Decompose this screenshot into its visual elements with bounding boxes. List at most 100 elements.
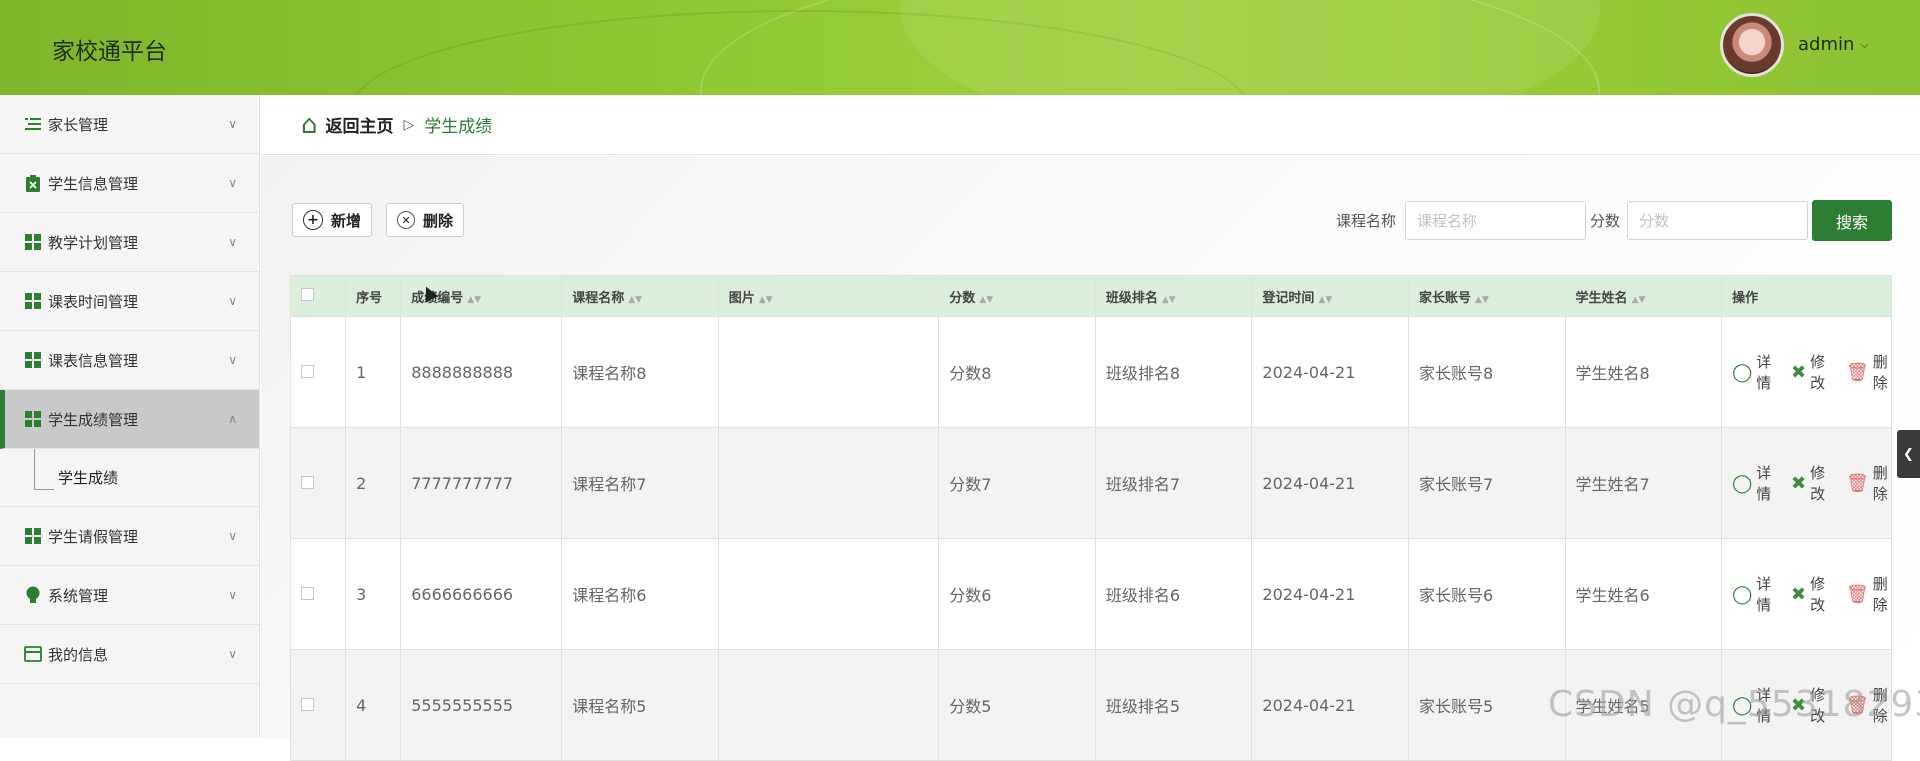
detail-button[interactable]: ◯ 详情 [1732,573,1775,615]
column-header[interactable]: 班级排名 ▲▼ [1094,275,1253,317]
breadcrumb-home-link[interactable]: 返回主页 [326,112,394,137]
course-search-label: 课程名称 [1336,212,1397,230]
cell-image [717,316,940,428]
cell-course: 课程名称5 [561,649,719,761]
sort-icon[interactable]: ▲▼ [628,295,642,305]
edit-button[interactable]: ✖ 修改 [1791,462,1830,504]
chevron-left-icon: ❮ [1903,446,1914,462]
row-delete-button[interactable]: 🗑 删除 [1846,351,1891,393]
sidebar-item-parent-management[interactable]: 家长管理 ∨ [0,95,259,154]
sidebar-item-timetable-time[interactable]: 课表时间管理 ∨ [0,272,259,331]
edit-label: 修改 [1810,353,1826,392]
detail-button[interactable]: ◯ 详情 [1732,462,1775,504]
add-button-label: 新增 [331,211,362,230]
detail-icon: ◯ [1732,472,1753,494]
top-header: 家校通平台 admin ⌵ [0,0,1920,95]
sort-icon[interactable]: ▲▼ [1475,295,1489,305]
delete-label: 删除 [1872,575,1888,614]
delete-label: 删除 [1872,464,1888,503]
score-search-input[interactable]: 分数 [1627,201,1808,240]
cell-date: 2024-04-21 [1251,538,1409,650]
chevron-down-icon: ∨ [228,647,237,661]
column-header[interactable]: 学生姓名 ▲▼ [1564,275,1723,317]
sidebar-item-leave-management[interactable]: 学生请假管理 ∨ [0,507,259,566]
collapse-panel-tab[interactable]: ❮ [1897,430,1920,478]
clipboard-icon [24,174,42,192]
column-header[interactable]: 登记时间 ▲▼ [1251,275,1409,317]
cell-no: 2 [345,427,402,539]
edit-label: 修改 [1810,575,1826,614]
column-header[interactable]: 家长账号 ▲▼ [1407,275,1566,317]
chevron-down-icon: ⌵ [1860,37,1869,51]
sidebar-item-label: 教学计划管理 [48,233,139,252]
wrench-icon: ✖ [1791,361,1807,383]
add-button[interactable]: + 新增 [292,203,373,237]
plus-circle-icon: + [303,210,323,230]
search-button[interactable]: 搜索 [1812,200,1892,241]
chevron-down-icon: ∨ [228,353,237,367]
sidebar-item-label: 课表信息管理 [48,351,139,370]
sidebar-subitem-label: 学生成绩 [58,469,119,487]
sidebar-item-label: 学生信息管理 [48,174,139,193]
column-header[interactable]: 分数 ▲▼ [938,275,1096,317]
row-delete-button[interactable]: 🗑 删除 [1846,462,1891,504]
row-checkbox[interactable] [289,649,347,761]
row-delete-button[interactable]: 🗑 删除 [1846,573,1891,615]
card-icon [24,645,42,663]
sort-icon[interactable]: ▲▼ [1318,295,1332,305]
bulb-icon [24,586,42,604]
edit-button[interactable]: ✖ 修改 [1791,573,1830,615]
detail-button[interactable]: ◯ 详情 [1732,351,1775,393]
wrench-icon: ✖ [1791,583,1807,605]
chevron-down-icon: ∨ [228,588,237,602]
avatar[interactable] [1720,13,1784,77]
chevron-down-icon: ∨ [228,235,237,249]
sidebar-item-my-info[interactable]: 我的信息 ∨ [0,625,259,684]
detail-label: 详情 [1756,575,1772,614]
home-icon[interactable]: ⌂ [301,110,318,140]
cell-code: 8888888888 [400,316,563,428]
breadcrumb: ⌂ 返回主页 ▷ 学生成绩 [261,95,1920,155]
sort-icon[interactable]: ▲▼ [979,295,993,305]
row-checkbox[interactable] [289,427,347,539]
grid-icon [24,233,42,251]
sidebar-item-system[interactable]: 系统管理 ∨ [0,566,259,625]
sidebar-item-teaching-plan[interactable]: 教学计划管理 ∨ [0,213,259,272]
sort-icon[interactable]: ▲▼ [1632,295,1646,305]
delete-button[interactable]: ✕ 删除 [386,203,465,237]
sort-icon[interactable]: ▲▼ [1162,295,1176,305]
column-header-label: 成绩编号 [411,290,464,306]
sidebar-item-label: 学生请假管理 [48,527,139,546]
sidebar: 家长管理 ∨ 学生信息管理 ∨ 教学计划管理 ∨ 课表时间管理 ∨ 课表信息管理… [0,95,260,738]
course-search-input[interactable]: 课程名称 [1405,201,1586,240]
sidebar-item-label: 课表时间管理 [48,292,139,311]
cell-parent: 家长账号7 [1407,427,1566,539]
sidebar-item-label: 家长管理 [48,115,109,134]
sidebar-item-label: 系统管理 [48,586,109,605]
trash-icon: 🗑 [1845,583,1869,605]
sidebar-item-student-info[interactable]: 学生信息管理 ∨ [0,154,259,213]
cell-no: 1 [345,316,402,428]
cell-image [717,538,940,650]
sidebar-item-timetable-info[interactable]: 课表信息管理 ∨ [0,331,259,390]
cell-code: 5555555555 [400,649,563,761]
detail-label: 详情 [1756,464,1772,503]
cell-score: 分数5 [938,649,1096,761]
sidebar-subitem-student-scores[interactable]: 学生成绩 [0,449,259,507]
user-menu[interactable]: admin ⌵ [1798,34,1869,55]
sort-icon[interactable]: ▲▼ [759,295,773,305]
cell-parent: 家长账号5 [1407,649,1566,761]
sort-icon[interactable]: ▲▼ [467,295,481,305]
edit-label: 修改 [1810,464,1826,503]
row-checkbox[interactable] [289,538,347,650]
select-all-checkbox[interactable] [289,275,347,317]
column-header[interactable]: 课程名称 ▲▼ [561,275,719,317]
edit-button[interactable]: ✖ 修改 [1791,351,1830,393]
table-row: 1 8888888888 课程名称8 分数8 班级排名8 2024-04-21 … [289,316,1892,428]
row-checkbox[interactable] [289,316,347,428]
sidebar-item-score-management[interactable]: 学生成绩管理 ∧ [0,390,259,449]
column-header: 序号 [345,275,402,317]
column-header[interactable]: 图片 ▲▼ [717,275,940,317]
sidebar-item-label: 我的信息 [48,645,109,664]
detail-label: 详情 [1756,353,1772,392]
